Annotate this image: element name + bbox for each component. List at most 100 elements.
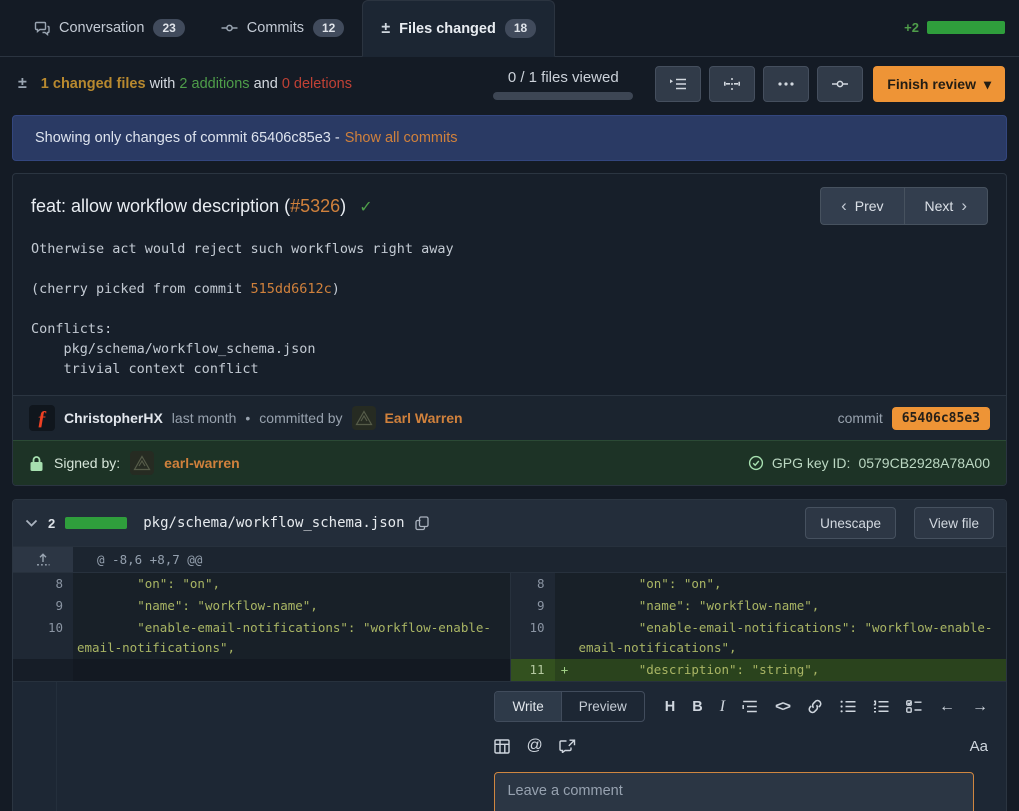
commit-message-box: feat: allow workflow description (#5326)…: [12, 173, 1007, 486]
text-size-icon[interactable]: Aa: [970, 738, 988, 755]
hunk-header-text: @ -8,6 +8,7 @@: [73, 547, 202, 572]
heading-icon[interactable]: H: [665, 699, 675, 715]
copy-path-icon[interactable]: [415, 516, 429, 531]
show-all-commits-link[interactable]: Show all commits: [345, 130, 458, 146]
caret-down-icon: ▾: [984, 76, 991, 93]
new-code-line[interactable]: "on": "on",: [575, 573, 1007, 595]
author-name[interactable]: ChristopherHX: [64, 410, 163, 426]
view-file-button[interactable]: View file: [914, 507, 994, 539]
next-commit-button[interactable]: Next ›: [904, 187, 988, 225]
pr-files-changed-page: Conversation 23 Commits 12 ± Files chang…: [0, 0, 1019, 811]
files-viewed-bar: [493, 92, 633, 100]
reference-icon[interactable]: [559, 739, 576, 753]
comment-editor: Write Preview H B I <>: [488, 682, 1006, 811]
diff-row: 9 "name": "workflow-name", 9 "name": "wo…: [13, 595, 1006, 617]
issue-link[interactable]: #5326: [290, 196, 340, 216]
comment-textarea[interactable]: [494, 772, 974, 811]
quote-icon[interactable]: [742, 700, 758, 713]
file-name[interactable]: pkg/schema/workflow_schema.json: [143, 515, 404, 531]
tab-preview[interactable]: Preview: [561, 692, 644, 721]
new-line-number[interactable]: 9: [511, 595, 555, 617]
editor-toolbar-row-2: @ Aa: [494, 737, 988, 755]
changed-files-link[interactable]: 1 changed files: [41, 76, 146, 92]
old-line-number[interactable]: 10: [13, 617, 73, 659]
signed-by-label: Signed by:: [54, 455, 120, 471]
tab-conversation[interactable]: Conversation 23: [16, 0, 203, 56]
commit-time: last month: [172, 410, 237, 426]
commit-author-row: ƒ ChristopherHX last month • committed b…: [13, 395, 1006, 440]
old-code-line[interactable]: "name": "workflow-name",: [73, 595, 510, 617]
commit-verified-check-icon: ✓: [359, 199, 372, 216]
old-line-number: [13, 659, 73, 681]
bold-icon[interactable]: B: [692, 699, 702, 715]
commit-select-button[interactable]: [817, 66, 863, 102]
cherry-pick-commit-link[interactable]: 515dd6612c: [250, 281, 331, 297]
gpg-key-info: GPG key ID: 0579CB2928A78A00: [748, 455, 990, 471]
link-icon[interactable]: [807, 699, 823, 714]
diff-options-button[interactable]: [763, 66, 809, 102]
new-line-number[interactable]: 8: [511, 573, 555, 595]
diffstat-bar: [927, 21, 1005, 34]
file-change-count: 2: [48, 516, 55, 531]
mention-icon[interactable]: @: [526, 737, 542, 755]
commit-label: commit: [838, 410, 883, 426]
file-tree-toggle-button[interactable]: [655, 66, 701, 102]
committer-avatar[interactable]: [352, 406, 376, 430]
pr-tab-bar: Conversation 23 Commits 12 ± Files chang…: [0, 0, 1019, 57]
add-sign: +: [555, 659, 575, 681]
file-diffstat-bar: [65, 517, 127, 529]
task-list-icon[interactable]: [906, 700, 922, 713]
tab-commits-count: 12: [313, 19, 344, 37]
signer-name[interactable]: earl-warren: [164, 455, 239, 471]
signer-avatar[interactable]: [130, 451, 154, 475]
inline-comment-form: Write Preview H B I <>: [13, 681, 1006, 811]
commit-icon: [221, 21, 238, 35]
author-avatar[interactable]: ƒ: [29, 405, 55, 431]
unordered-list-icon[interactable]: [840, 700, 856, 713]
commit-title: feat: allow workflow description (#5326)…: [31, 196, 373, 217]
diff-row: 10 "enable-email-notifications": "workfl…: [13, 617, 1006, 659]
unescape-button[interactable]: Unescape: [805, 507, 896, 539]
old-code-line: [73, 659, 510, 681]
commit-filter-notice: Showing only changes of commit 65406c85e…: [12, 115, 1007, 161]
diffstat-summary: +2: [904, 20, 1005, 35]
new-line-number[interactable]: 10: [511, 617, 555, 659]
collapse-file-icon[interactable]: [25, 519, 38, 528]
ordered-list-icon[interactable]: [873, 700, 889, 713]
commit-pagination: ‹ Prev Next ›: [820, 187, 988, 225]
tab-write[interactable]: Write: [495, 692, 561, 721]
new-code-line[interactable]: "name": "workflow-name",: [575, 595, 1007, 617]
arrow-left-icon[interactable]: ←: [939, 698, 955, 716]
new-code-line[interactable]: "enable-email-notifications": "workflow-…: [575, 617, 1007, 659]
tab-commits-label: Commits: [247, 20, 304, 36]
hunk-header-row: @ -8,6 +8,7 @@: [13, 546, 1006, 573]
new-code-line[interactable]: "description": "string",: [575, 659, 1007, 681]
code-icon[interactable]: <>: [775, 699, 790, 715]
new-line-number[interactable]: 11: [511, 659, 555, 681]
file-diff-header: 2 pkg/schema/workflow_schema.json Unesca…: [13, 500, 1006, 546]
prev-commit-button[interactable]: ‹ Prev: [820, 187, 903, 225]
committer-name[interactable]: Earl Warren: [385, 410, 463, 426]
expand-hunk-button[interactable]: [13, 547, 73, 572]
tab-files-changed[interactable]: ± Files changed 18: [362, 0, 555, 57]
whitespace-options-button[interactable]: [709, 66, 755, 102]
old-line-number[interactable]: 9: [13, 595, 73, 617]
old-code-line[interactable]: "on": "on",: [73, 573, 510, 595]
tab-files-changed-count: 18: [505, 19, 536, 37]
commit-sha-badge[interactable]: 65406c85e3: [892, 407, 990, 430]
diff-row: 8 "on": "on", 8 "on": "on",: [13, 573, 1006, 595]
table-icon[interactable]: [494, 739, 510, 754]
diff-icon: ±: [381, 20, 390, 38]
editor-toolbar: H B I <>: [665, 698, 988, 716]
tab-conversation-label: Conversation: [59, 20, 144, 36]
editor-tab-group: Write Preview: [494, 691, 644, 722]
tab-conversation-count: 23: [153, 19, 184, 37]
diffstat-additions: +2: [904, 20, 919, 35]
old-code-line[interactable]: "enable-email-notifications": "workflow-…: [73, 617, 510, 659]
tab-commits[interactable]: Commits 12: [203, 0, 363, 56]
old-line-number[interactable]: 8: [13, 573, 73, 595]
lock-icon: [29, 455, 44, 472]
arrow-right-icon[interactable]: →: [972, 698, 988, 716]
italic-icon[interactable]: I: [720, 698, 725, 716]
finish-review-button[interactable]: Finish review ▾: [873, 66, 1005, 102]
